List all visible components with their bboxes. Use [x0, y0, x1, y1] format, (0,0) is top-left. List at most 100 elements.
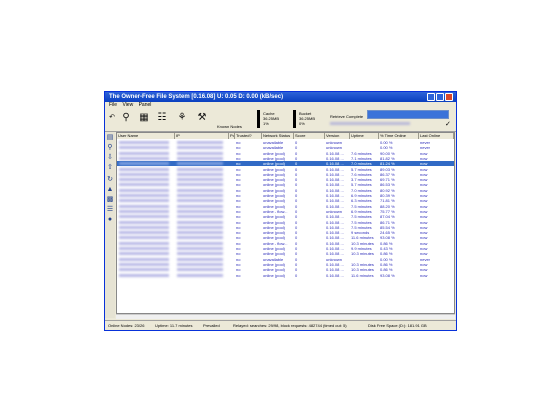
- column-header[interactable]: Version: [325, 133, 350, 139]
- tools-icon[interactable]: ⚒: [195, 111, 209, 125]
- score-cell: 0: [295, 246, 298, 251]
- key-icon[interactable]: ⚲: [119, 111, 133, 125]
- score-cell: 0: [295, 161, 298, 167]
- column-header[interactable]: Trusted?: [235, 133, 262, 139]
- trusted-cell: no: [236, 171, 241, 177]
- table-row[interactable]: no unavailable 0 unknown 0.00 % never: [117, 257, 454, 262]
- table-row[interactable]: no online (pool) 0 0.16.08 ... 7.0 minutes 80…: [117, 188, 454, 193]
- score-cell: 0: [295, 177, 298, 183]
- user-name-cell: [119, 162, 169, 166]
- doc-icon[interactable]: ▤: [106, 134, 114, 142]
- table-row[interactable]: no online (pool) 0 0.16.08 ... 7.6 minutes 86…: [117, 172, 454, 177]
- back-icon[interactable]: ↶: [105, 111, 119, 125]
- table-row[interactable]: no unavailable 0 unknown 0.00 % never: [117, 140, 454, 145]
- user-name-cell: [119, 231, 169, 235]
- version-cell: unknown: [326, 140, 343, 145]
- ip-cell: [177, 247, 223, 250]
- prevalled-status: Prevalled: [203, 323, 220, 328]
- table-row[interactable]: no online (pool) 0 0.16.08 ... 10.3 minutes 0…: [117, 267, 454, 272]
- table-row[interactable]: no online (pool) 0 0.16.08 ... 9 seconds 24.6…: [117, 230, 454, 235]
- trusted-cell: no: [236, 235, 241, 241]
- last-cell: never: [420, 256, 431, 262]
- table-row[interactable]: no online (pool) 0 0.16.08 ... 11.6 minutes 9…: [117, 235, 454, 240]
- download-icon[interactable]: ⇩: [106, 154, 114, 162]
- table-row[interactable]: no online (pool) 0 0.16.08 ... 7.5 minutes 87…: [117, 214, 454, 219]
- status-cell: online (pool): [263, 246, 286, 251]
- user-name-cell: [119, 151, 169, 155]
- last-cell: now: [420, 198, 428, 204]
- close-button[interactable]: [445, 93, 453, 101]
- ip-cell: [177, 262, 223, 266]
- maximize-button[interactable]: [436, 93, 444, 101]
- nodes-icon[interactable]: ⚘: [175, 111, 189, 125]
- trusted-cell: no: [236, 224, 241, 230]
- version-cell: 0.16.08 ...: [326, 203, 344, 209]
- title-bar[interactable]: The Owner-Free File System [0.16.08] U: …: [105, 92, 456, 102]
- table-row[interactable]: no online (pool) 0 0.16.08 ... 6.3 minutes 71…: [117, 198, 454, 203]
- network-icon[interactable]: ☷: [155, 111, 169, 125]
- table-row[interactable]: no online (pool) 0 0.16.08 ... 10.3 minutes 0…: [117, 262, 454, 267]
- folder-icon[interactable]: ▩: [106, 196, 114, 204]
- refresh-icon[interactable]: ↻: [106, 176, 114, 184]
- table-row[interactable]: no online (pool) 0 0.16.08 ... 7.1 minutes 81…: [117, 156, 454, 161]
- column-header[interactable]: Last Online: [419, 133, 454, 139]
- table-row[interactable]: no online (pool) 0 0.16.08 ... 5.7 minutes 89…: [117, 167, 454, 172]
- uptime-cell: 7.0 minutes: [351, 161, 372, 167]
- horizontal-scrollbar[interactable]: [116, 314, 455, 319]
- menu-view[interactable]: View: [122, 102, 133, 108]
- column-header[interactable]: Network Status: [262, 133, 294, 139]
- table-row[interactable]: no online (pool) 0 0.16.08 ... 9.9 minutes 0.…: [117, 246, 454, 251]
- version-cell: 0.16.08 ...: [326, 198, 344, 204]
- score-cell: 0: [295, 219, 298, 225]
- table-row[interactable]: no online - flow... 0 0.16.08 ... 10.3 minut…: [117, 241, 454, 246]
- filter-icon[interactable]: ▲: [106, 186, 114, 194]
- table-row[interactable]: no online (pool) 0 0.16.08 ... 7.5 minutes 85…: [117, 225, 454, 230]
- user-name-cell: [119, 141, 169, 144]
- status-cell: online (pool): [263, 177, 286, 183]
- table-row[interactable]: no online (pool) 0 0.16.08 ... 6.9 minutes 80…: [117, 193, 454, 198]
- table-row[interactable]: no online (pool) 0 0.16.08 ... 5.7 minutes 86…: [117, 182, 454, 187]
- grid-icon[interactable]: ▦: [137, 111, 151, 125]
- globe-icon[interactable]: ●: [106, 216, 114, 224]
- last-cell: now: [420, 193, 428, 198]
- column-header[interactable]: Score: [294, 133, 325, 139]
- last-cell: now: [420, 224, 428, 230]
- status-cell: online (pool): [263, 214, 286, 220]
- version-cell: 0.16.08 ...: [326, 155, 344, 161]
- table-row[interactable]: no online (pool) 0 0.16.08 ... 7.5 minutes 86…: [117, 220, 454, 225]
- status-cell: unavailable: [263, 140, 284, 145]
- pct-cell: 88.20 %: [380, 203, 395, 209]
- window-title: The Owner-Free File System [0.16.08] U: …: [109, 94, 284, 100]
- ip-cell: [177, 151, 223, 155]
- column-header[interactable]: IP: [175, 133, 229, 139]
- table-row[interactable]: no unavailable 0 unknown 0.00 % never: [117, 145, 454, 150]
- table-row[interactable]: no online (pool) 0 0.16.08 ... 7.0 minutes 81…: [117, 161, 454, 167]
- score-cell: 0: [295, 171, 298, 177]
- version-cell: 0.16.08 ...: [326, 235, 344, 241]
- column-header[interactable]: User Name: [117, 133, 175, 139]
- list-icon[interactable]: ☰: [106, 206, 114, 214]
- score-cell: 0: [295, 203, 298, 209]
- column-header[interactable]: % Time Online: [379, 133, 419, 139]
- table-row[interactable]: no online (pool) 0 0.16.08 ... 10.3 minutes 0…: [117, 251, 454, 256]
- user-name-cell: [119, 188, 169, 192]
- table-row[interactable]: no online (pool) 0 0.16.08 ... 7.6 minutes 90…: [117, 151, 454, 156]
- user-name-cell: [119, 178, 169, 182]
- minimize-button[interactable]: [427, 93, 435, 101]
- trusted-cell: no: [236, 166, 241, 172]
- score-cell: 0: [295, 208, 298, 214]
- score-cell: 0: [295, 261, 298, 267]
- menu-file[interactable]: File: [109, 102, 117, 108]
- pct-cell: 24.65 %: [380, 230, 395, 236]
- table-row[interactable]: no online - flow... 0 unknown 6.9 minutes 75.…: [117, 209, 454, 214]
- upload-icon[interactable]: ⇧: [106, 164, 114, 172]
- table-row[interactable]: no online (pool) 0 0.16.08 ... 7.5 minutes 88…: [117, 204, 454, 209]
- search-icon[interactable]: ⚲: [106, 144, 114, 152]
- table-row[interactable]: no online (pool) 0 0.16.08 ... 3.7 minutes 69…: [117, 177, 454, 182]
- table-row[interactable]: no online (pool) 0 0.16.08 ... 11.6 minutes 9…: [117, 273, 454, 278]
- user-name-cell: [119, 209, 169, 213]
- user-name-cell: [119, 262, 169, 266]
- menu-panel[interactable]: Panel: [139, 102, 152, 108]
- ip-cell: [177, 178, 223, 182]
- column-header[interactable]: Uptime: [350, 133, 379, 139]
